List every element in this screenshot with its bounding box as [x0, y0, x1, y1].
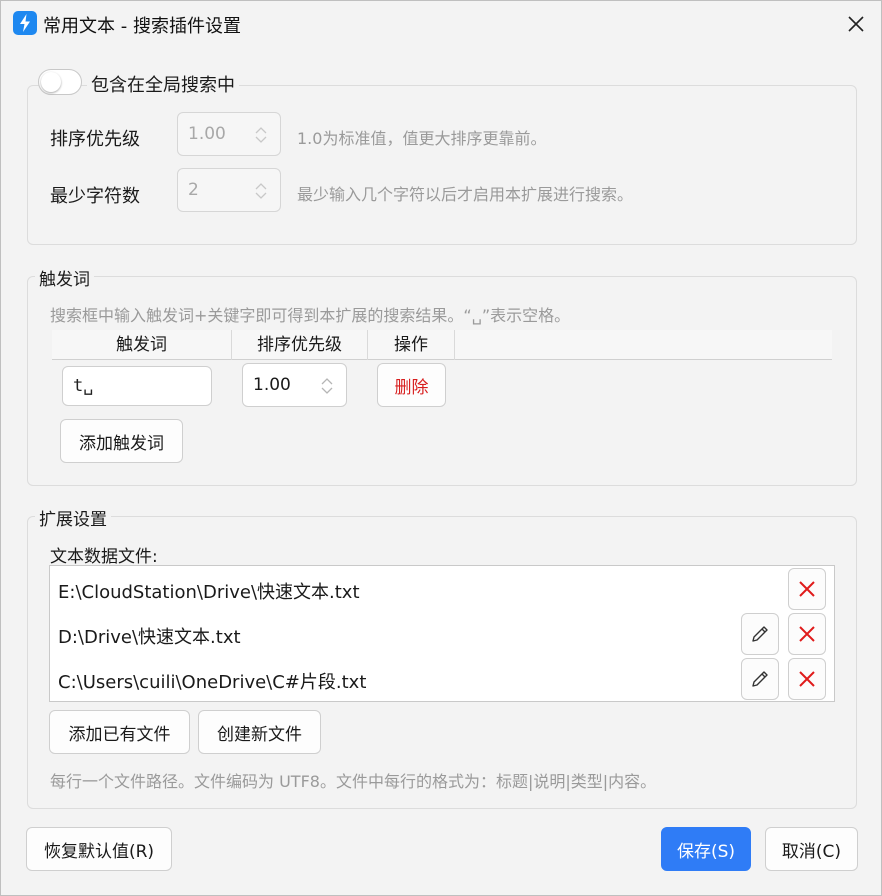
column-header-trigger: 触发词 [52, 330, 232, 360]
list-item[interactable]: D:\Drive\快速文本.txt [50, 611, 834, 656]
settings-dialog: 常用文本 - 搜索插件设置 包含在全局搜索中 排序优先级 1.00 1.0为标准… [0, 0, 882, 896]
triggers-table-header: 触发词 排序优先级 操作 [52, 330, 832, 360]
file-path: C:\Users\cuili\OneDrive\C#片段.txt [58, 672, 367, 693]
triggers-legend: 触发词 [35, 265, 94, 290]
files-hint: 每行一个文件路径。文件编码为 UTF8。文件中每行的格式为：标题|说明|类型|内… [50, 772, 657, 791]
remove-file-button[interactable] [788, 568, 826, 610]
list-item[interactable]: E:\CloudStation\Drive\快速文本.txt [50, 566, 834, 611]
pencil-icon [752, 671, 768, 687]
priority-hint: 1.0为标准值，值更大排序更靠前。 [297, 129, 547, 148]
triggers-hint: 搜索框中输入触发词+关键字即可得到本扩展的搜索结果。“␣”表示空格。 [50, 306, 571, 325]
close-icon [799, 581, 815, 597]
global-search-toggle-label: 包含在全局搜索中 [87, 71, 239, 97]
create-new-file-button[interactable]: 创建新文件 [198, 710, 321, 754]
min-chars-hint: 最少输入几个字符以后才启用本扩展进行搜索。 [297, 185, 634, 204]
cancel-button[interactable]: 取消(C) [765, 827, 858, 871]
remove-file-button[interactable] [788, 658, 826, 700]
delete-trigger-button[interactable]: 删除 [377, 363, 446, 407]
add-trigger-button[interactable]: 添加触发词 [60, 419, 183, 463]
spin-arrows-icon [255, 183, 267, 199]
min-chars-label: 最少字符数 [50, 186, 140, 207]
priority-label: 排序优先级 [50, 129, 140, 150]
close-icon [799, 626, 815, 642]
reset-defaults-button[interactable]: 恢复默认值(R) [26, 827, 172, 871]
file-path: E:\CloudStation\Drive\快速文本.txt [58, 582, 360, 603]
close-icon [799, 671, 815, 687]
edit-file-button[interactable] [741, 658, 779, 700]
close-icon [848, 16, 864, 32]
file-list: E:\CloudStation\Drive\快速文本.txt D:\Drive\… [49, 565, 835, 702]
global-search-group [27, 85, 857, 245]
spin-arrows-icon [255, 127, 267, 143]
files-label: 文本数据文件: [50, 547, 158, 567]
save-button[interactable]: 保存(S) [661, 827, 751, 871]
remove-file-button[interactable] [788, 613, 826, 655]
edit-file-button[interactable] [741, 613, 779, 655]
list-item[interactable]: C:\Users\cuili\OneDrive\C#片段.txt [50, 656, 834, 701]
extension-legend: 扩展设置 [35, 505, 111, 530]
spin-arrows-icon [321, 378, 333, 394]
trigger-word-input[interactable]: t␣ [62, 366, 212, 406]
trigger-priority-spinbox[interactable]: 1.00 [242, 363, 347, 407]
column-header-priority: 排序优先级 [232, 330, 368, 360]
title-bar: 常用文本 - 搜索插件设置 [1, 1, 881, 47]
close-button[interactable] [841, 9, 871, 39]
pencil-icon [752, 626, 768, 642]
lightning-app-icon [13, 11, 37, 35]
add-existing-file-button[interactable]: 添加已有文件 [49, 710, 190, 754]
file-path: D:\Drive\快速文本.txt [58, 627, 241, 648]
window-title: 常用文本 - 搜索插件设置 [43, 16, 241, 37]
global-search-toggle[interactable] [38, 69, 82, 95]
column-header-action: 操作 [368, 330, 455, 360]
min-chars-spinbox[interactable]: 2 [177, 168, 281, 212]
priority-spinbox[interactable]: 1.00 [177, 112, 281, 156]
